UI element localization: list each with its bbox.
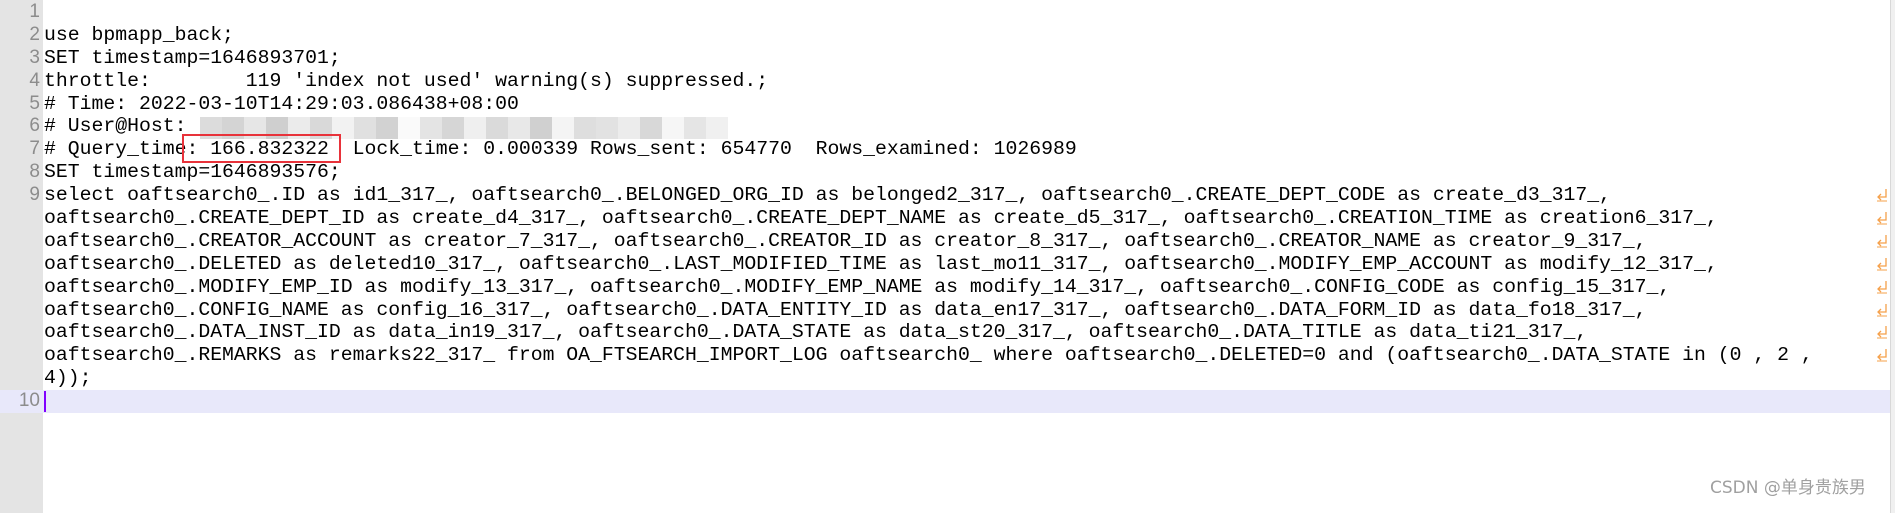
line-text: use bpmapp_back; — [44, 23, 234, 46]
editor-line-9-wrap-8[interactable]: 4)); — [0, 367, 1890, 390]
editor-line-9-wrap-1[interactable]: oaftsearch0_.CREATE_DEPT_ID as create_d4… — [0, 207, 1890, 230]
line-text: throttle: 119 'index not used' warning(s… — [44, 69, 769, 92]
line-number: 10 — [18, 390, 40, 412]
line-text: oaftsearch0_.REMARKS as remarks22_317_ f… — [44, 344, 1813, 367]
mosaic-block — [640, 117, 662, 139]
editor-line-5[interactable]: 5 # Time: 2022-03-10T14:29:03.086438+08:0… — [0, 93, 1890, 116]
line-text: oaftsearch0_.MODIFY_EMP_ID as modify_13_… — [44, 275, 1671, 298]
mosaic-block — [464, 117, 486, 139]
text-caret — [44, 391, 46, 413]
mosaic-block — [376, 117, 398, 139]
editor-content[interactable]: 1 2 use bpmapp_back; 3 SET timestamp=1646893… — [0, 1, 1890, 414]
line-text: # User@Host: — [44, 115, 199, 138]
editor-line-9-wrap-2[interactable]: oaftsearch0_.CREATOR_ACCOUNT as creator_… — [0, 230, 1890, 253]
line-text: SET timestamp=1646893576; — [44, 161, 341, 184]
mosaic-block — [662, 117, 684, 139]
line-text: 4)); — [44, 367, 92, 390]
mosaic-block — [486, 117, 508, 139]
mosaic-block — [552, 117, 574, 139]
editor-line-10[interactable]: 10 — [0, 390, 1890, 414]
line-number: 5 — [29, 92, 40, 114]
line-number: 4 — [29, 69, 40, 91]
word-wrap-icon — [1877, 234, 1887, 248]
line-text: oaftsearch0_.DATA_INST_ID as data_in19_3… — [44, 321, 1588, 344]
mosaic-block — [420, 117, 442, 139]
mosaic-block — [574, 117, 596, 139]
text-editor[interactable]: 1 2 use bpmapp_back; 3 SET timestamp=1646893… — [0, 0, 1890, 513]
mosaic-block — [442, 117, 464, 139]
editor-line-1[interactable]: 1 — [0, 1, 1890, 24]
line-text: oaftsearch0_.CONFIG_NAME as config_16_31… — [44, 298, 1647, 321]
word-wrap-icon — [1877, 349, 1887, 362]
word-wrap-icon — [1877, 280, 1887, 294]
line-number: 2 — [29, 23, 40, 45]
line-number: 3 — [29, 46, 40, 68]
mosaic-block — [508, 117, 530, 139]
query-time-highlight-box — [182, 134, 341, 163]
word-wrap-icon — [1877, 326, 1887, 339]
editor-line-9-wrap-3[interactable]: oaftsearch0_.DELETED as deleted10_317_, … — [0, 253, 1890, 276]
mosaic-block — [398, 117, 420, 139]
editor-line-9-wrap-4[interactable]: oaftsearch0_.MODIFY_EMP_ID as modify_13_… — [0, 276, 1890, 299]
line-text: oaftsearch0_.CREATE_DEPT_ID as create_d4… — [44, 207, 1718, 230]
word-wrap-icon — [1877, 189, 1887, 202]
word-wrap-icon — [1877, 303, 1887, 317]
editor-line-9-wrap-7[interactable]: oaftsearch0_.REMARKS as remarks22_317_ f… — [0, 344, 1890, 367]
mosaic-block — [354, 117, 376, 139]
editor-line-9[interactable]: 9 select oaftsearch0_.ID as id1_317_, oaf… — [0, 184, 1890, 207]
editor-line-8[interactable]: 8 SET timestamp=1646893576; — [0, 161, 1890, 184]
editor-line-9-wrap-5[interactable]: oaftsearch0_.CONFIG_NAME as config_16_31… — [0, 299, 1890, 322]
line-number: 8 — [29, 161, 40, 183]
word-wrap-icon — [1877, 257, 1887, 271]
line-number: 9 — [29, 184, 40, 206]
line-text: # Time: 2022-03-10T14:29:03.086438+08:00 — [44, 92, 519, 115]
mosaic-block — [618, 117, 640, 139]
line-number: 7 — [29, 138, 40, 160]
line-text: oaftsearch0_.CREATOR_ACCOUNT as creator_… — [44, 229, 1647, 252]
watermark: CSDN @单身贵族男 — [1710, 478, 1866, 498]
line-number: 6 — [29, 115, 40, 137]
mosaic-block — [596, 117, 618, 139]
editor-line-3[interactable]: 3 SET timestamp=1646893701; — [0, 47, 1890, 70]
mosaic-block — [530, 117, 552, 139]
editor-line-2[interactable]: 2 use bpmapp_back; — [0, 24, 1890, 47]
mosaic-block — [706, 117, 728, 139]
mosaic-block — [684, 117, 706, 139]
line-number: 1 — [29, 1, 40, 22]
editor-line-9-wrap-6[interactable]: oaftsearch0_.DATA_INST_ID as data_in19_3… — [0, 321, 1890, 344]
line-text: SET timestamp=1646893701; — [44, 46, 341, 69]
line-text: oaftsearch0_.DELETED as deleted10_317_, … — [44, 252, 1718, 275]
word-wrap-icon — [1877, 212, 1887, 225]
line-text: select oaftsearch0_.ID as id1_317_, oaft… — [44, 184, 1611, 207]
editor-edge-scrollbar[interactable] — [1890, 0, 1895, 513]
editor-line-4[interactable]: 4 throttle: 119 'index not used' warning(… — [0, 70, 1890, 93]
